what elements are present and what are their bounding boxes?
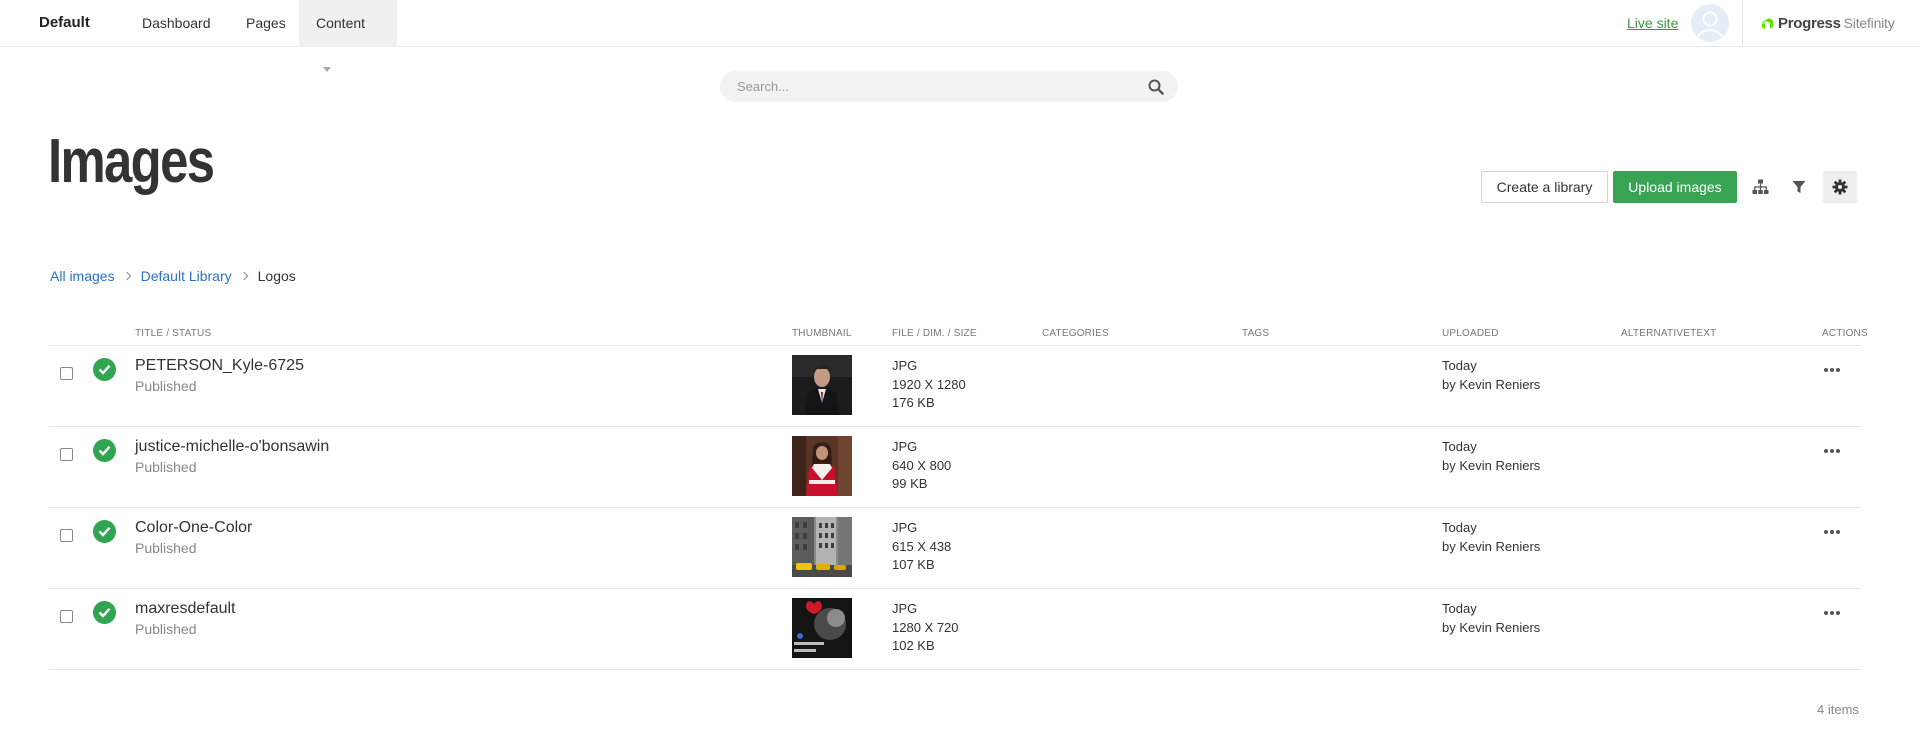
row-checkbox[interactable] xyxy=(60,610,73,623)
more-actions-icon[interactable] xyxy=(1820,526,1844,538)
search-input[interactable] xyxy=(737,71,1137,102)
uploaded-date: Today xyxy=(1442,601,1477,616)
nav-pages[interactable]: Pages xyxy=(229,0,303,47)
search-icon[interactable] xyxy=(1148,79,1164,95)
chevron-right-icon xyxy=(122,271,131,281)
file-size: 107 KB xyxy=(892,557,935,572)
row-title[interactable]: Color-One-Color xyxy=(135,519,252,537)
breadcrumb-current: Logos xyxy=(257,268,296,284)
thumbnail-image[interactable] xyxy=(792,517,852,577)
uploaded-by: by Kevin Reniers xyxy=(1442,620,1541,635)
row-checkbox[interactable] xyxy=(60,529,73,542)
column-header-alternativetext: ALTERNATIVETEXT xyxy=(1621,328,1717,339)
filter-icon xyxy=(1792,181,1806,193)
top-navigation-bar: Default Dashboard Pages Content Live sit… xyxy=(0,0,1920,72)
chevron-down-icon xyxy=(323,67,331,72)
progress-sitefinity-logo: Progress Sitefinity xyxy=(1760,12,1895,34)
table-row: justice-michelle-o'bonsawin Published JP… xyxy=(49,426,1861,507)
column-header-actions: ACTIONS xyxy=(1822,328,1868,339)
uploaded-by: by Kevin Reniers xyxy=(1442,458,1541,473)
file-dimensions: 1920 X 1280 xyxy=(892,377,966,392)
live-site-link[interactable]: Live site xyxy=(1627,15,1678,31)
column-header-categories: CATEGORIES xyxy=(1042,328,1109,339)
thumbnail-image[interactable] xyxy=(792,355,852,415)
thumbnail-image[interactable] xyxy=(792,436,852,496)
file-dimensions: 615 X 438 xyxy=(892,539,952,554)
row-checkbox[interactable] xyxy=(60,448,73,461)
gear-icon xyxy=(1832,179,1848,195)
column-header-file: FILE / DIM. / SIZE xyxy=(892,328,977,339)
table-row: PETERSON_Kyle-6725 Published JPG 1920 X … xyxy=(49,345,1861,426)
nav-content-label: Content xyxy=(316,15,366,31)
uploaded-by: by Kevin Reniers xyxy=(1442,377,1541,392)
breadcrumb-default-library[interactable]: Default Library xyxy=(141,268,232,284)
more-actions-icon[interactable] xyxy=(1820,445,1844,457)
thumbnail-image[interactable] xyxy=(792,598,852,658)
file-dimensions: 1280 X 720 xyxy=(892,620,959,635)
breadcrumb-all-images[interactable]: All images xyxy=(50,268,115,284)
column-header-uploaded: UPLOADED xyxy=(1442,328,1499,339)
brand-sitefinity-text: Sitefinity xyxy=(1843,15,1895,31)
site-name[interactable]: Default xyxy=(39,14,90,31)
table-row: Color-One-Color Published JPG 615 X 438 … xyxy=(49,507,1861,588)
nav-content[interactable]: Content xyxy=(299,0,397,72)
hierarchy-icon xyxy=(1752,179,1768,194)
user-icon xyxy=(1697,11,1723,38)
file-type: JPG xyxy=(892,601,918,616)
published-check-icon xyxy=(93,358,116,381)
column-header-title-status: TITLE / STATUS xyxy=(135,328,212,339)
avatar[interactable] xyxy=(1691,4,1729,42)
brand-progress-text: Progress xyxy=(1778,14,1841,32)
column-header-tags: TAGS xyxy=(1242,328,1270,339)
table-row: maxresdefault Published JPG 1280 X 720 1… xyxy=(49,588,1861,669)
file-type: JPG xyxy=(892,439,918,454)
uploaded-date: Today xyxy=(1442,358,1477,373)
chevron-right-icon xyxy=(239,271,248,281)
settings-button[interactable] xyxy=(1823,171,1857,203)
published-check-icon xyxy=(93,520,116,543)
more-actions-icon[interactable] xyxy=(1820,607,1844,619)
file-dimensions: 640 X 800 xyxy=(892,458,952,473)
uploaded-date: Today xyxy=(1442,520,1477,535)
row-status: Published xyxy=(135,378,197,394)
breadcrumb: All images Default Library Logos xyxy=(50,268,296,284)
row-status: Published xyxy=(135,540,197,556)
uploaded-date: Today xyxy=(1442,439,1477,454)
table-bottom-border xyxy=(49,669,1861,670)
create-library-button[interactable]: Create a library xyxy=(1481,171,1608,203)
file-size: 176 KB xyxy=(892,395,935,410)
row-checkbox[interactable] xyxy=(60,367,73,380)
nav-dashboard[interactable]: Dashboard xyxy=(125,0,228,47)
uploaded-by: by Kevin Reniers xyxy=(1442,539,1541,554)
row-title[interactable]: maxresdefault xyxy=(135,600,236,618)
filter-button[interactable] xyxy=(1782,171,1816,203)
published-check-icon xyxy=(93,439,116,462)
row-title[interactable]: justice-michelle-o'bonsawin xyxy=(135,438,329,456)
published-check-icon xyxy=(93,601,116,624)
row-title[interactable]: PETERSON_Kyle-6725 xyxy=(135,357,304,375)
page-title: Images xyxy=(48,127,215,196)
search-box xyxy=(720,71,1178,102)
progress-logo-icon xyxy=(1762,17,1773,29)
items-count: 4 items xyxy=(1817,702,1859,717)
hierarchy-button[interactable] xyxy=(1743,171,1777,203)
column-header-thumbnail: THUMBNAIL xyxy=(792,328,852,339)
file-size: 99 KB xyxy=(892,476,928,491)
row-status: Published xyxy=(135,459,197,475)
row-status: Published xyxy=(135,621,197,637)
divider xyxy=(1742,0,1743,47)
upload-images-button[interactable]: Upload images xyxy=(1613,171,1737,203)
more-actions-icon[interactable] xyxy=(1820,364,1844,376)
file-size: 102 KB xyxy=(892,638,935,653)
file-type: JPG xyxy=(892,358,918,373)
file-type: JPG xyxy=(892,520,918,535)
